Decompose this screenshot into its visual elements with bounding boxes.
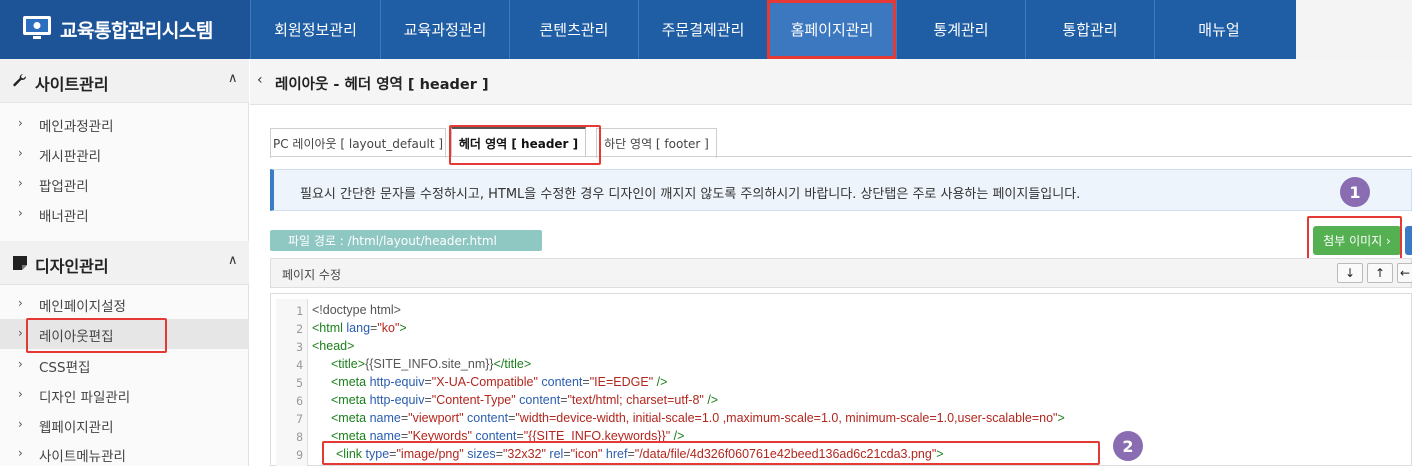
nav-order[interactable]: 주문결제관리 [638, 0, 767, 59]
sidebar-item-label: 게시판관리 [39, 149, 102, 165]
sidebar-item-label: 디자인 파일관리 [39, 390, 131, 406]
code-line: <html lang="ko"> [312, 321, 407, 335]
code-line: <title>{{SITE_INFO.site_nm}}</title> [331, 357, 532, 371]
code-line: <meta http-equiv="X-UA-Compatible" conte… [331, 375, 668, 389]
line-number: 3 [296, 340, 303, 354]
chevron-right-icon: › [18, 296, 23, 310]
arrow-up-button[interactable]: ↑ [1367, 263, 1393, 283]
sidebar-section-design[interactable]: 디자인관리 ∧ [0, 241, 249, 285]
highlight-link-line [322, 441, 1100, 465]
line-number: 1 [296, 304, 303, 318]
nav-content[interactable]: 콘텐츠관리 [509, 0, 638, 59]
highlight-attach-button [1307, 216, 1402, 262]
page-title: 레이아웃 - 헤더 영역 [ header ] [275, 77, 489, 93]
chevron-right-icon: › [18, 387, 23, 401]
chevron-left-icon[interactable]: ‹ [257, 72, 263, 88]
arrow-down-button[interactable]: ↓ [1337, 263, 1363, 283]
monitor-logo-icon [23, 16, 51, 39]
nav-stats[interactable]: 통계관리 [896, 0, 1025, 59]
nav-manual[interactable]: 매뉴얼 [1154, 0, 1283, 59]
sidebar-item-main-page-settings[interactable]: › 메인페이지설정 [0, 289, 249, 319]
tab-divider [270, 156, 1412, 157]
sidebar-item-label: 팝업관리 [39, 179, 89, 195]
sidebar-item-label: 메인페이지설정 [39, 299, 126, 315]
code-line: <head> [312, 339, 355, 353]
sidebar-item-main-course[interactable]: › 메인과정관리 [0, 109, 249, 139]
line-number: 4 [296, 358, 303, 372]
sidebar-item-site-menu[interactable]: › 사이트메뉴관리 [0, 439, 249, 466]
line-number: 7 [296, 412, 303, 426]
sidebar-item-css-edit[interactable]: › CSS편집 [0, 350, 249, 380]
arrow-left-button[interactable]: ← [1397, 263, 1412, 283]
sidebar-item-webpages[interactable]: › 웹페이지관리 [0, 410, 249, 440]
chevron-up-icon[interactable]: ∧ [228, 253, 238, 268]
sidebar-item-label: 메인과정관리 [39, 119, 114, 135]
code-line: <!doctype html> [312, 303, 401, 317]
sidebar-item-popup[interactable]: › 팝업관리 [0, 169, 249, 199]
line-number: 8 [296, 430, 303, 444]
nav-course[interactable]: 교육과정관리 [380, 0, 509, 59]
chevron-right-icon: › [18, 417, 23, 431]
edit-toolbar: 페이지 수정 [270, 258, 1412, 288]
sidebar: 사이트관리 ∧ › 메인과정관리 › 게시판관리 › 팝업관리 › 배너관리 디자인관리… [0, 59, 249, 466]
sidebar-section-site[interactable]: 사이트관리 ∧ [0, 59, 249, 103]
sidebar-item-board[interactable]: › 게시판관리 [0, 139, 249, 169]
chevron-right-icon: › [18, 446, 23, 460]
notice-text: 필요시 간단한 문자를 수정하시고, HTML을 수정한 경우 디자인이 깨지지… [300, 187, 1081, 202]
sidebar-item-banner[interactable]: › 배너관리 [0, 199, 249, 229]
line-number: 5 [296, 376, 303, 390]
tab-footer[interactable]: 하단 영역 [ footer ] [596, 128, 717, 158]
brand[interactable]: 교육통합관리시스템 [0, 0, 250, 59]
sidebar-item-design-files[interactable]: › 디자인 파일관리 [0, 380, 249, 410]
chevron-right-icon: › [18, 116, 23, 130]
chevron-right-icon: › [18, 146, 23, 160]
nav-homepage[interactable]: 홈페이지관리 [767, 0, 896, 59]
sidebar-item-label: 사이트메뉴관리 [39, 449, 126, 465]
content-header: ‹ 레이아웃 - 헤더 영역 [ header ] [250, 59, 1412, 105]
line-number: 6 [296, 394, 303, 408]
nav-empty-area [1296, 0, 1412, 59]
nav-integrated[interactable]: 통합관리 [1025, 0, 1154, 59]
sidebar-section-label: 사이트관리 [35, 75, 109, 94]
partial-blue-button[interactable] [1405, 226, 1412, 255]
edit-label: 페이지 수정 [282, 268, 342, 282]
line-number: 9 [296, 448, 303, 462]
line-number: 2 [296, 322, 303, 336]
step-badge-1: 1 [1340, 177, 1370, 207]
nav-member[interactable]: 회원정보관리 [250, 0, 380, 59]
sidebar-item-label: 배너관리 [39, 209, 89, 225]
step-badge-2: 2 [1113, 431, 1143, 461]
chevron-right-icon: › [18, 206, 23, 220]
notice-box: 필요시 간단한 문자를 수정하시고, HTML을 수정한 경우 디자인이 깨지지… [270, 169, 1412, 211]
highlight-header-tab [449, 125, 601, 165]
chevron-right-icon: › [18, 326, 23, 340]
chevron-right-icon: › [18, 176, 23, 190]
app-title: 교육통합관리시스템 [60, 20, 213, 42]
code-line: <meta http-equiv="Content-Type" content=… [331, 393, 719, 407]
main-nav: 회원정보관리 교육과정관리 콘텐츠관리 주문결제관리 홈페이지관리 통계관리 통… [250, 0, 1412, 59]
sidebar-section-label: 디자인관리 [35, 257, 109, 276]
sidebar-item-label: 웹페이지관리 [39, 420, 114, 436]
tab-pc-layout[interactable]: PC 레이아웃 [ layout_default ] [270, 128, 446, 158]
chevron-right-icon: › [18, 357, 23, 371]
code-line: <meta name="viewport" content="width=dev… [331, 411, 1065, 425]
wrench-icon [13, 74, 26, 87]
highlight-layout-edit [26, 318, 167, 353]
note-icon [13, 256, 27, 270]
sidebar-item-label: CSS편집 [39, 360, 91, 376]
file-path-label: 파일 경로 : /html/layout/header.html [270, 230, 542, 251]
top-navigation-bar: 교육통합관리시스템 회원정보관리 교육과정관리 콘텐츠관리 주문결제관리 홈페이… [0, 0, 1412, 59]
chevron-up-icon[interactable]: ∧ [228, 71, 238, 86]
